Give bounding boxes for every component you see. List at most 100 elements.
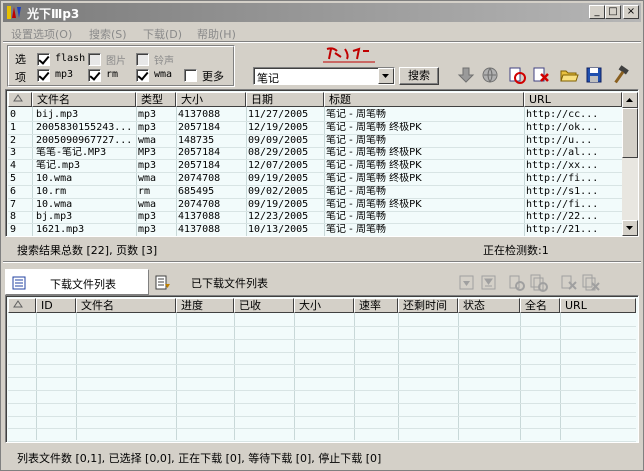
table-row[interactable]: 7 10.wma wma 2074708 09/19/2005 笔记 - 周笔畅 终极PK… — [8, 199, 624, 211]
scroll-up-button[interactable] — [622, 92, 638, 108]
results-header-index[interactable] — [8, 92, 32, 107]
menu-download[interactable]: 下载(D) — [143, 26, 182, 42]
table-row[interactable]: 6 10.rm rm 685495 09/02/2005 笔记 - 周笔畅 http://s… — [8, 186, 624, 198]
open-folder-icon[interactable] — [559, 65, 579, 85]
menu-settings[interactable]: 设置选项(O) — [11, 26, 72, 42]
refresh-document-icon[interactable] — [507, 65, 527, 85]
results-scrollbar[interactable] — [622, 92, 638, 236]
cell-title: 笔记 - 周笔畅 — [326, 185, 386, 197]
search-input[interactable]: 笔记 — [257, 70, 279, 86]
downloads-header-progress[interactable]: 进度 — [176, 298, 234, 313]
move-down-icon[interactable] — [457, 273, 477, 293]
downloads-header-received[interactable]: 已收 — [234, 298, 294, 313]
maximize-button[interactable]: □ — [605, 5, 621, 19]
scroll-down-button[interactable] — [622, 220, 638, 236]
cell-title: 笔记 - 周笔畅 — [326, 109, 386, 120]
table-row[interactable]: 4 笔记.mp3 mp3 2057184 12/07/2005 笔记 - 周笔畅 终极PK… — [8, 160, 624, 172]
globe-icon[interactable] — [480, 65, 500, 85]
downloads-header-size[interactable]: 大小 — [294, 298, 354, 313]
tab-downloaded-list[interactable]: 已下载文件列表 — [151, 269, 311, 295]
table-row[interactable]: 8 bj.mp3 mp3 4137088 12/23/2005 笔记 - 周笔畅 http:… — [8, 211, 624, 223]
table-row[interactable]: 9 1621.mp3 mp3 4137088 10/13/2005 笔记 - 周笔畅 htt… — [8, 224, 624, 236]
downloads-header-index[interactable] — [8, 298, 36, 313]
downloads-list[interactable]: ID 文件名 进度 已收 大小 速率 还剩时间 状态 全名 URL — [5, 295, 639, 443]
cell-filename: 笔记.mp3 — [36, 160, 81, 172]
cell-filename: 2005830155243... — [36, 121, 133, 133]
checkbox-ringtones[interactable] — [136, 53, 149, 66]
grid-line — [8, 377, 636, 379]
checkbox-rm[interactable] — [88, 69, 101, 82]
search-combo[interactable]: 笔记 — [253, 67, 395, 85]
downloads-header-remaining[interactable]: 还剩时间 — [398, 298, 458, 313]
downloads-header-fullname[interactable]: 全名 — [520, 298, 560, 313]
search-button[interactable]: 搜索 — [399, 67, 439, 85]
table-row[interactable]: 5 10.wma wma 2074708 09/19/2005 笔记 - 周笔畅 终极PK… — [8, 173, 624, 185]
cell-title: 笔记 - 周笔畅 — [326, 224, 386, 236]
menu-help[interactable]: 帮助(H) — [197, 26, 236, 42]
checkbox-images[interactable] — [88, 53, 101, 66]
results-header-type[interactable]: 类型 — [136, 92, 176, 107]
results-header-size[interactable]: 大小 — [176, 92, 246, 107]
downloads-header-speed[interactable]: 速率 — [354, 298, 398, 313]
grid-line — [8, 415, 636, 417]
cell-filename: bj.mp3 — [36, 211, 73, 223]
cell-date: 12/19/2005 — [248, 121, 309, 133]
downloads-header-id[interactable]: ID — [36, 298, 76, 313]
cell-title: 笔记 - 周笔畅 终极PK — [326, 198, 422, 210]
downloads-header-status[interactable]: 状态 — [458, 298, 520, 313]
delete-all-icon[interactable] — [581, 273, 601, 293]
scroll-thumb[interactable] — [622, 108, 638, 158]
cell-type: mp3 — [138, 160, 157, 172]
table-row[interactable]: 0 bij.mp3 mp3 4137088 11/27/2005 笔记 - 周笔畅 http… — [8, 109, 624, 121]
checkbox-ringtones-label: 铃声 — [154, 56, 174, 67]
results-header-url[interactable]: URL — [524, 92, 622, 107]
cell-filename: bij.mp3 — [36, 109, 79, 120]
cell-size: 148735 — [178, 134, 215, 146]
menu-search[interactable]: 搜索(S) — [89, 26, 127, 42]
settings-hammer-icon[interactable] — [611, 65, 631, 85]
move-bottom-icon[interactable] — [479, 273, 499, 293]
table-row[interactable]: 2 2005090967727... wma 148735 09/09/2005 笔记 -… — [8, 135, 624, 147]
title-bar[interactable]: 光下Ⅲp3 _ □ × — [3, 3, 641, 22]
refresh-item-icon[interactable] — [507, 273, 527, 293]
downloads-header-filename[interactable]: 文件名 — [76, 298, 176, 313]
cell-type: rm — [138, 185, 151, 197]
download-arrow-icon[interactable] — [456, 65, 476, 85]
grid-line — [8, 441, 636, 442]
results-header-filename[interactable]: 文件名 — [32, 92, 136, 107]
grid-line — [8, 236, 622, 237]
tab-download-list[interactable]: 下载文件列表 — [5, 269, 149, 295]
results-header-date[interactable]: 日期 — [246, 92, 324, 107]
cell-url: http://cc... — [526, 109, 599, 120]
refresh-all-icon[interactable] — [529, 273, 549, 293]
table-row[interactable]: 3 笔笔-笔记.MP3 MP3 2057184 08/29/2005 笔记 - 周笔畅 终… — [8, 147, 624, 159]
cell-date: 09/02/2005 — [248, 185, 309, 197]
downloads-header-progress-label: 进度 — [181, 299, 203, 312]
checkbox-images-label: 图片 — [106, 56, 126, 67]
table-row[interactable]: 1 2005830155243... mp3 2057184 12/19/2005 笔记 … — [8, 122, 624, 134]
sort-arrow-icon — [13, 300, 23, 308]
menu-bar: 设置选项(O) 搜索(S) 下载(D) 帮助(H) — [3, 23, 641, 42]
cell-filename: 笔笔-笔记.MP3 — [36, 147, 107, 159]
checkbox-more-label: 更多 — [202, 70, 224, 83]
downloads-header-url[interactable]: URL — [560, 298, 636, 313]
cell-type: mp3 — [138, 224, 157, 236]
checkbox-more[interactable] — [184, 69, 197, 82]
close-button[interactable]: × — [623, 5, 639, 19]
results-header-title[interactable]: 标题 — [324, 92, 524, 107]
delete-document-icon[interactable] — [531, 65, 551, 85]
search-dropdown-button[interactable] — [378, 68, 394, 84]
results-list[interactable]: 文件名 类型 大小 日期 标题 URL 0 bij.mp3 mp3 4137088 11… — [5, 89, 639, 237]
delete-item-icon[interactable] — [559, 273, 579, 293]
minimize-button[interactable]: _ — [589, 5, 605, 19]
results-header-filename-label: 文件名 — [37, 93, 70, 106]
cell-type: mp3 — [138, 121, 157, 133]
checkbox-wma[interactable] — [136, 69, 149, 82]
results-header-title-label: 标题 — [329, 93, 351, 106]
checkbox-flash[interactable] — [37, 53, 50, 66]
tab-download-list-label: 下载文件列表 — [50, 278, 116, 291]
save-disk-icon[interactable] — [584, 65, 604, 85]
cell-title: 笔记 - 周笔畅 终极PK — [326, 121, 422, 133]
cell-url: http://xx... — [526, 160, 599, 172]
checkbox-mp3[interactable] — [37, 69, 50, 82]
